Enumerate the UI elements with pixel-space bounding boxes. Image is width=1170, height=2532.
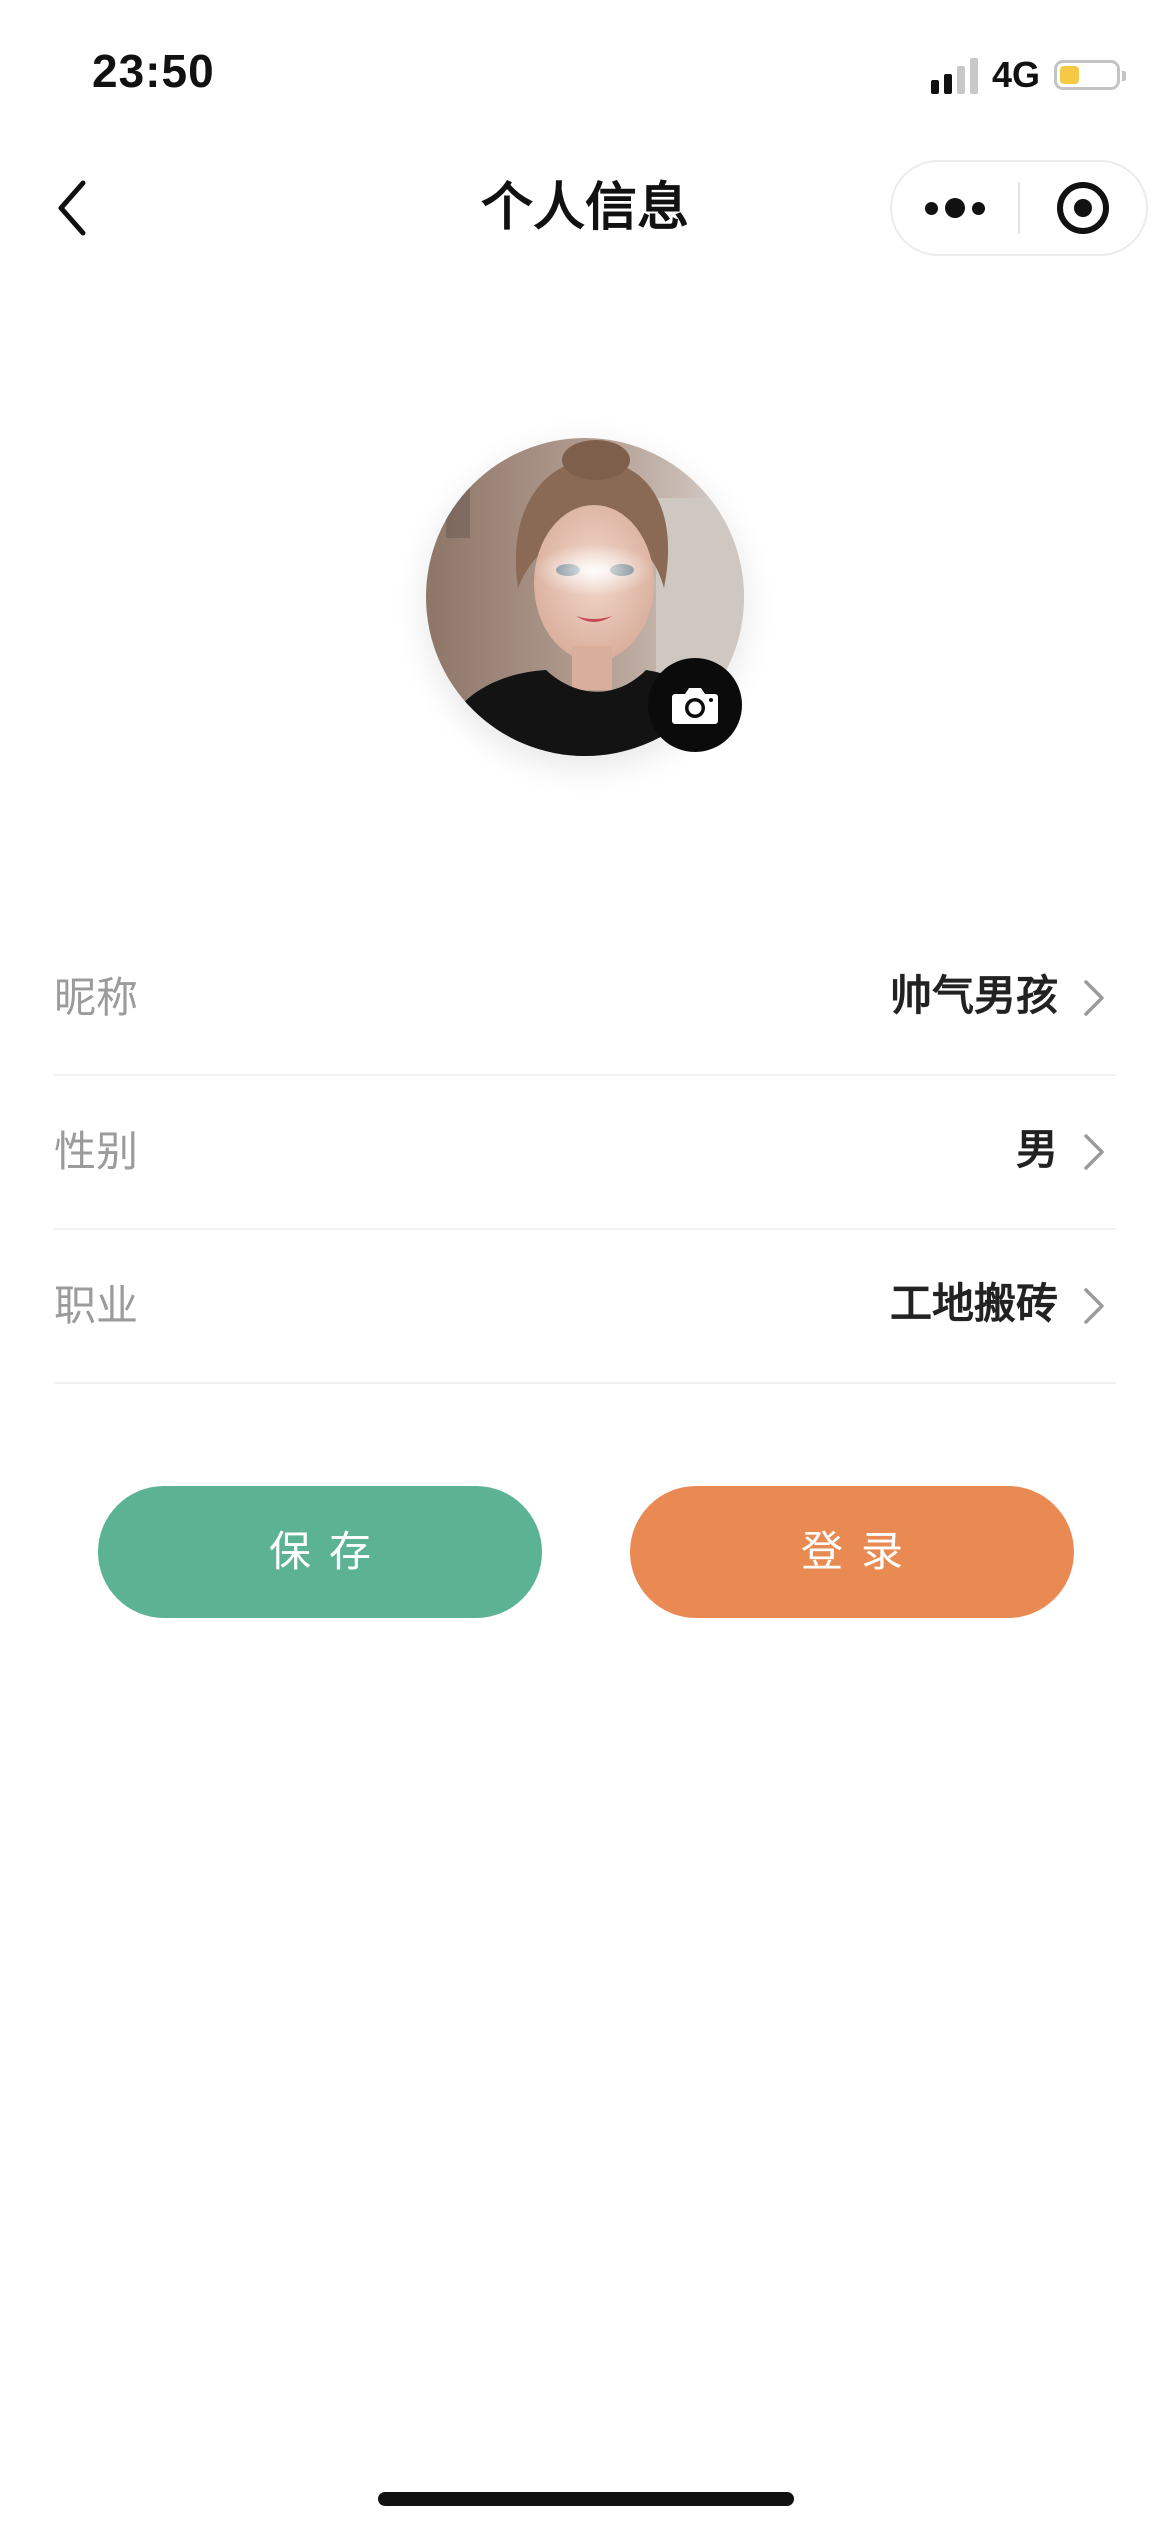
- gender-label: 性别: [54, 1127, 139, 1176]
- network-type: 4G: [991, 54, 1040, 95]
- status-indicators: 4G: [930, 52, 1126, 98]
- login-button[interactable]: 登录: [630, 1486, 1074, 1618]
- nickname-row[interactable]: 昵称 帅气男孩: [54, 922, 1116, 1076]
- battery-level: [1060, 66, 1079, 84]
- occupation-value: 工地搬砖: [889, 1279, 1058, 1328]
- nav-bar: 个人信息: [0, 150, 1170, 266]
- battery-icon: [1054, 60, 1126, 90]
- profile-info-list: 昵称 帅气男孩 性别 男 职业 工地搬砖: [54, 922, 1116, 1384]
- home-indicator: [378, 2492, 794, 2506]
- camera-icon: [672, 688, 718, 724]
- change-avatar-button[interactable]: [648, 658, 742, 752]
- status-time: 23:50: [92, 45, 215, 97]
- nickname-value: 帅气男孩: [889, 971, 1058, 1020]
- close-program-button[interactable]: [1020, 162, 1146, 254]
- gender-value: 男: [1015, 1125, 1058, 1174]
- chevron-right-icon: [1084, 1134, 1104, 1170]
- nickname-label: 昵称: [54, 973, 139, 1022]
- status-bar: 23:50 4G: [0, 0, 1170, 140]
- more-button[interactable]: [892, 162, 1018, 254]
- occupation-row[interactable]: 职业 工地搬砖: [54, 1230, 1116, 1384]
- more-dots-icon: [925, 198, 985, 218]
- signal-icon: [930, 56, 978, 94]
- gender-row[interactable]: 性别 男: [54, 1076, 1116, 1230]
- chevron-right-icon: [1084, 980, 1104, 1016]
- occupation-label: 职业: [54, 1281, 139, 1330]
- save-button[interactable]: 保存: [98, 1486, 542, 1618]
- chevron-right-icon: [1084, 1288, 1104, 1324]
- mini-program-capsule: [890, 160, 1148, 256]
- target-icon: [1057, 182, 1109, 234]
